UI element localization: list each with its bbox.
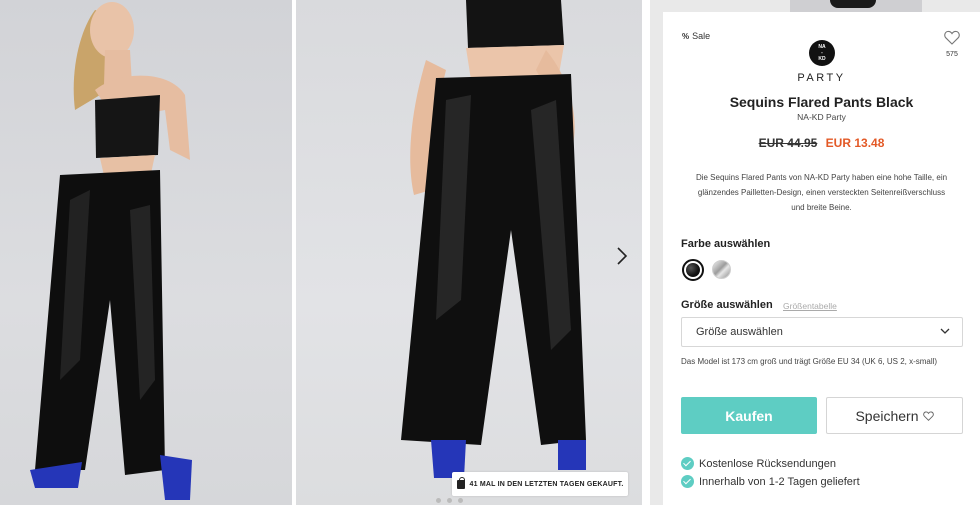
color-swatch-silver[interactable]	[712, 260, 731, 279]
sale-tag-label: Sale	[692, 31, 711, 41]
original-price: EUR 44.95	[758, 136, 818, 150]
purchase-count-text: 41 MAL IN DEN LETZTEN TAGEN GEKAUFT.	[469, 480, 624, 488]
color-swatch-black[interactable]	[682, 259, 704, 281]
heart-icon	[944, 30, 960, 45]
product-brand: NA-KD Party	[797, 112, 846, 122]
buy-button[interactable]: Kaufen	[681, 397, 817, 434]
save-button[interactable]: Speichern	[826, 397, 963, 434]
color-section-label: Farbe auswählen	[681, 238, 771, 250]
top-photo-strip	[790, 0, 922, 12]
benefit-text: Innerhalb von 1-2 Tagen geliefert	[699, 475, 860, 488]
wishlist-count: 575	[946, 51, 958, 58]
brand-logo: NA - KD	[809, 40, 835, 66]
product-gallery: 41 MAL IN DEN LETZTEN TAGEN GEKAUFT.	[0, 0, 650, 505]
swatch-fill	[686, 263, 700, 277]
checkmark-icon	[681, 457, 694, 470]
gallery-dot[interactable]	[447, 498, 452, 503]
checkmark-icon	[681, 475, 694, 488]
size-section-label: Größe auswählen	[681, 299, 773, 311]
model-photo-illustration	[30, 2, 192, 500]
gallery-dots	[436, 498, 463, 503]
benefit-free-returns: Kostenlose Rücksendungen	[681, 457, 836, 470]
benefit-text: Kostenlose Rücksendungen	[699, 457, 836, 470]
logo-text-line: KD	[818, 56, 826, 62]
percent-icon: %	[682, 31, 690, 41]
benefit-fast-delivery: Innerhalb von 1-2 Tagen geliefert	[681, 475, 860, 488]
product-info-card: % Sale 575 NA - KD PARTY Sequins Flared …	[663, 12, 980, 505]
brand-collection-name: PARTY	[797, 72, 846, 84]
model-photo-illustration	[401, 0, 586, 478]
chevron-right-icon	[617, 247, 628, 265]
size-guide-link[interactable]: Größentabelle	[783, 301, 837, 311]
heart-icon	[922, 410, 934, 421]
purchase-count-badge: 41 MAL IN DEN LETZTEN TAGEN GEKAUFT.	[452, 472, 628, 496]
size-select-value: Größe auswählen	[696, 326, 783, 338]
product-photo-detail[interactable]	[296, 0, 642, 505]
size-select[interactable]: Größe auswählen	[681, 317, 963, 347]
wishlist-button[interactable]: 575	[942, 30, 962, 60]
gallery-dot[interactable]	[458, 498, 463, 503]
sale-tag: % Sale	[682, 31, 710, 41]
sale-price: EUR 13.48	[825, 136, 885, 150]
product-description: Die Sequins Flared Pants von NA-KD Party…	[695, 173, 948, 212]
gallery-dot[interactable]	[436, 498, 441, 503]
save-button-label: Speichern	[855, 407, 919, 424]
price-block: EUR 44.95 EUR 13.48	[663, 136, 980, 150]
shopping-bag-icon	[456, 476, 465, 489]
next-image-arrow[interactable]	[610, 244, 634, 268]
product-photo-front[interactable]	[0, 0, 292, 505]
model-size-note: Das Model ist 173 cm groß und trägt Größ…	[681, 357, 938, 366]
chevron-down-icon	[940, 328, 950, 334]
product-title: Sequins Flared Pants Black	[729, 94, 914, 110]
